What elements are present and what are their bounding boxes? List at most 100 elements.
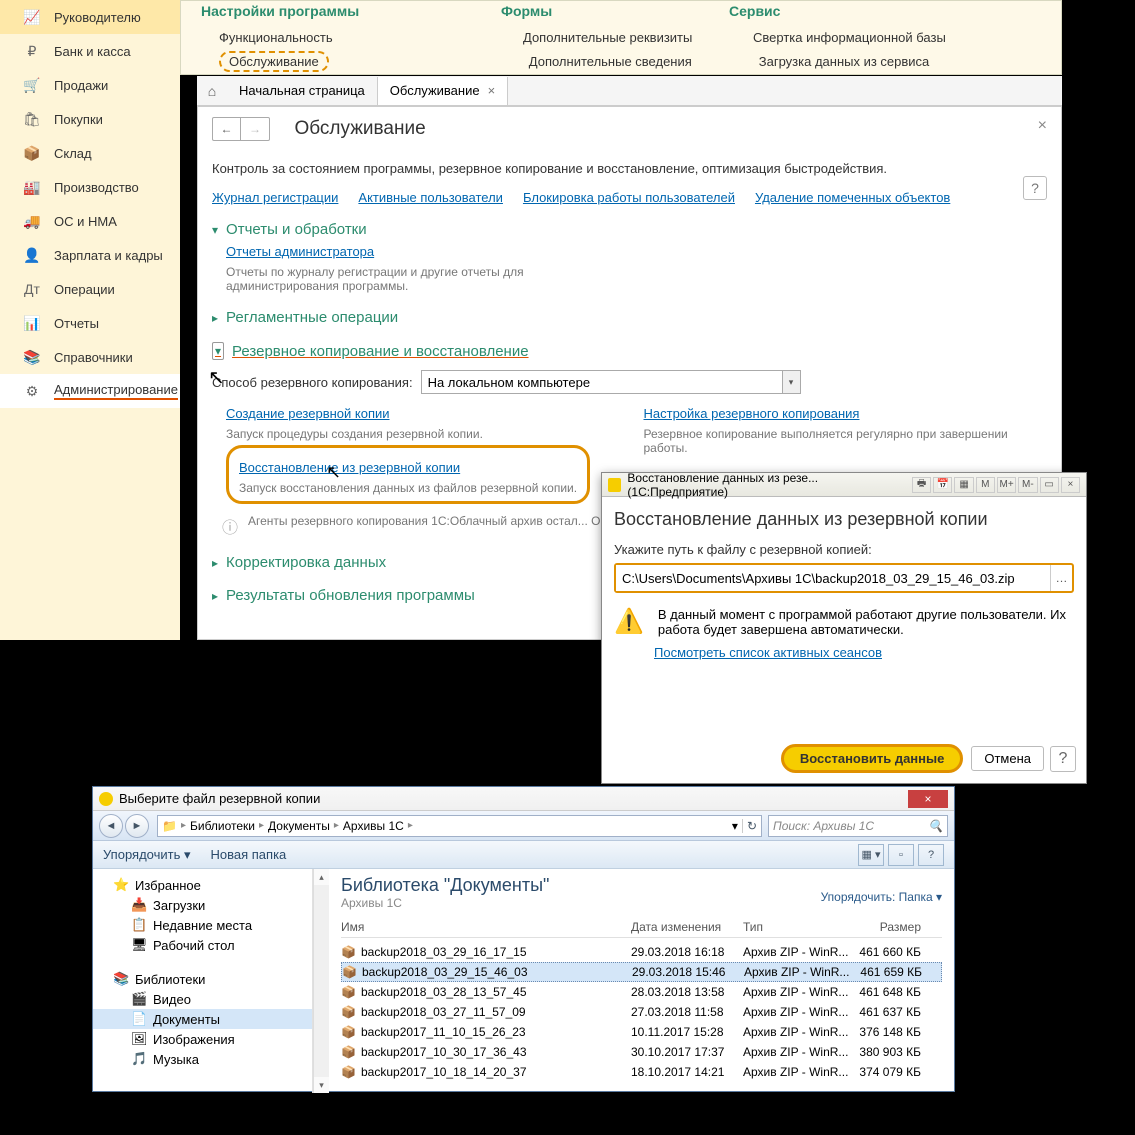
sidebar-item-9[interactable]: 📊Отчеты [0, 306, 180, 340]
sidebar-item-2[interactable]: 🛒Продажи [0, 68, 180, 102]
organize-button[interactable]: Упорядочить ▾ [103, 847, 191, 863]
tree-downloads[interactable]: 📥Загрузки [93, 895, 312, 915]
section-sched[interactable]: ▸Регламентные операции [212, 309, 1047, 326]
close-icon[interactable]: × [488, 83, 496, 98]
path-label: Укажите путь к файлу с резервной копией: [614, 542, 1074, 557]
tab-home[interactable]: Начальная страница [227, 77, 378, 105]
file-row[interactable]: 📦backup2018_03_29_15_46_0329.03.2018 15:… [341, 962, 942, 982]
dlg-help-icon[interactable]: ? [1050, 746, 1076, 772]
dlg-titlebar: Восстановление данных из резе... (1С:Пре… [602, 473, 1086, 497]
tree-video[interactable]: 🎬Видео [93, 989, 312, 1009]
file-list: Библиотека "Документы" Архивы 1С Упорядо… [329, 869, 954, 1093]
breadcrumb[interactable]: 📁▸ Библиотеки▸ Документы▸ Архивы 1С▸ ▾↻ [157, 815, 762, 837]
tree-fav[interactable]: ⭐Избранное [93, 875, 312, 895]
sidebar-icon: 👤 [22, 245, 42, 265]
link-admin-reports[interactable]: Отчеты администратора [226, 244, 374, 259]
sidebar-item-1[interactable]: ₽Банк и касса [0, 34, 180, 68]
restore-button[interactable]: Восстановить данные [781, 744, 963, 773]
sort-button[interactable]: Папка ▾ [899, 890, 942, 904]
sidebar-item-6[interactable]: 🚚ОС и НМА [0, 204, 180, 238]
nav-buttons: ← → [212, 117, 270, 141]
method-select[interactable]: На локальном компьютере▾ [421, 370, 801, 394]
section-reports[interactable]: ▾Отчеты и обработки [212, 221, 1047, 238]
section-backup[interactable]: ▾Резервное копирование и восстановление [212, 342, 1047, 360]
m-icon[interactable]: M [976, 477, 995, 493]
page-link[interactable]: Блокировка работы пользователей [523, 190, 735, 205]
exp-help-icon[interactable]: ? [918, 844, 944, 866]
calendar-icon[interactable]: 📅 [933, 477, 952, 493]
info-icon: ⓘ [222, 514, 238, 538]
tree-docs[interactable]: 📄Документы [93, 1009, 312, 1029]
chevron-down-icon[interactable]: ▾ [782, 371, 800, 393]
exp-fwd-icon[interactable]: ► [125, 814, 149, 838]
page-link[interactable]: Журнал регистрации [212, 190, 338, 205]
tree-scrollbar[interactable]: ▴▾ [313, 869, 329, 1093]
sidebar-icon: ₽ [22, 41, 42, 61]
sidebar-item-3[interactable]: 🛍Покупки [0, 102, 180, 136]
tree-desktop[interactable]: 🖥Рабочий стол [93, 935, 312, 955]
col-name[interactable]: Имя [341, 920, 631, 934]
link-svert[interactable]: Свертка информационной базы [753, 30, 983, 45]
home-icon[interactable]: ⌂ [197, 83, 227, 99]
zip-icon: 📦 [341, 1045, 357, 1059]
print-icon[interactable]: 🖶 [912, 477, 931, 493]
file-row[interactable]: 📦backup2018_03_29_16_17_1529.03.2018 16:… [341, 942, 942, 962]
sidebar-icon: 🏭 [22, 177, 42, 197]
path-input[interactable] [616, 565, 1050, 591]
mplus-icon[interactable]: M+ [997, 477, 1016, 493]
cancel-button[interactable]: Отмена [971, 746, 1044, 771]
tree-img[interactable]: 🖼Изображения [93, 1029, 312, 1049]
preview-button[interactable]: ▫ [888, 844, 914, 866]
tab-maint[interactable]: Обслуживание× [378, 77, 508, 105]
sidebar-item-10[interactable]: 📚Справочники [0, 340, 180, 374]
sidebar-item-8[interactable]: ДтОперации [0, 272, 180, 306]
file-row[interactable]: 📦backup2017_10_18_14_20_3718.10.2017 14:… [341, 1062, 942, 1082]
col-type[interactable]: Тип [743, 920, 851, 934]
exp-back-icon[interactable]: ◄ [99, 814, 123, 838]
help-icon[interactable]: ? [1023, 176, 1047, 200]
explorer-close-icon[interactable]: × [908, 790, 948, 808]
link-sessions[interactable]: Посмотреть список активных сеансов [654, 645, 882, 660]
top-hdr-2: Формы [501, 3, 729, 19]
col-size[interactable]: Размер [851, 920, 921, 934]
close-dlg-icon[interactable]: × [1061, 477, 1080, 493]
file-row[interactable]: 📦backup2018_03_28_13_57_4528.03.2018 13:… [341, 982, 942, 1002]
link-maint[interactable]: Обслуживание [219, 51, 329, 72]
page-close-icon[interactable]: × [1038, 117, 1047, 135]
tabbar: ⌂ Начальная страница Обслуживание× [197, 76, 1062, 106]
sidebar-item-0[interactable]: 📈Руководителю [0, 0, 180, 34]
sidebar-item-5[interactable]: 🏭Производство [0, 170, 180, 204]
search-input[interactable]: Поиск: Архивы 1С🔍 [768, 815, 948, 837]
file-row[interactable]: 📦backup2018_03_27_11_57_0927.03.2018 11:… [341, 1002, 942, 1022]
file-row[interactable]: 📦backup2017_10_30_17_36_4330.10.2017 17:… [341, 1042, 942, 1062]
browse-button[interactable]: … [1050, 565, 1072, 591]
tree-music[interactable]: 🎵Музыка [93, 1049, 312, 1069]
back-icon[interactable]: ← [213, 118, 241, 140]
link-restore-backup[interactable]: Восстановление из резервной копии [239, 460, 460, 475]
link-func[interactable]: Функциональность [201, 30, 523, 45]
sidebar-item-7[interactable]: 👤Зарплата и кадры [0, 238, 180, 272]
zip-icon: 📦 [341, 985, 357, 999]
sidebar-icon: 📚 [22, 347, 42, 367]
min-icon[interactable]: ▭ [1040, 477, 1059, 493]
calc-icon[interactable]: ▦ [954, 477, 973, 493]
sidebar-item-4[interactable]: 📦Склад [0, 136, 180, 170]
link-create-backup[interactable]: Создание резервной копии [226, 406, 390, 421]
zip-icon: 📦 [341, 1005, 357, 1019]
link-backup-settings[interactable]: Настройка резервного копирования [644, 406, 860, 421]
tree-lib[interactable]: 📚Библиотеки [93, 969, 312, 989]
page-link[interactable]: Активные пользователи [358, 190, 503, 205]
link-zagr[interactable]: Загрузка данных из сервиса [759, 54, 989, 69]
sidebar-item-11[interactable]: ⚙Администрирование [0, 374, 180, 408]
dlg-header: Восстановление данных из резервной копии [614, 509, 1074, 530]
col-date[interactable]: Дата изменения [631, 920, 743, 934]
tree-recent[interactable]: 📋Недавние места [93, 915, 312, 935]
page-link[interactable]: Удаление помеченных объектов [755, 190, 950, 205]
newfolder-button[interactable]: Новая папка [211, 847, 287, 862]
file-explorer: Выберите файл резервной копии × ◄ ► 📁▸ Б… [92, 786, 955, 1092]
mminus-icon[interactable]: M- [1018, 477, 1037, 493]
file-row[interactable]: 📦backup2017_11_10_15_26_2310.11.2017 15:… [341, 1022, 942, 1042]
link-sved[interactable]: Дополнительные сведения [529, 54, 759, 69]
view-button[interactable]: ▦ ▾ [858, 844, 884, 866]
link-req[interactable]: Дополнительные реквизиты [523, 30, 753, 45]
